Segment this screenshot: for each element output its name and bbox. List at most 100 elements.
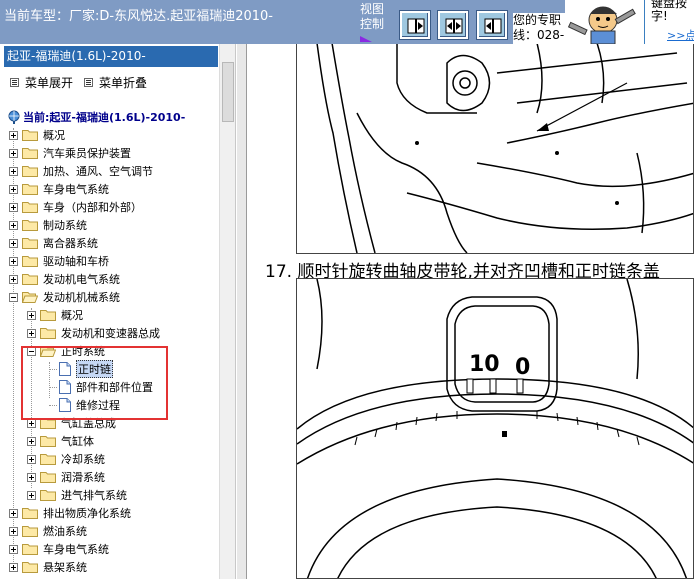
scrollbar-thumb[interactable]: [222, 62, 234, 122]
menu-expand-label: 菜单展开: [25, 76, 74, 90]
expand-toggle[interactable]: [9, 544, 18, 554]
header-bar: 当前车型：厂家:D-东风悦达.起亚福瑞迪2010- 视图 控制 您的专职 线：0…: [0, 0, 694, 45]
tree-node-label: 悬架系统: [43, 561, 87, 574]
expand-toggle[interactable]: [9, 220, 18, 230]
folder-icon: [22, 166, 38, 177]
tree-node-label: 驱动轴和车桥: [43, 255, 109, 268]
contact-hotline: 您的专职 线：028-: [513, 13, 569, 44]
promo-callout: 键盘按 字! >>点: [644, 0, 694, 44]
folder-icon: [40, 472, 56, 483]
tree-node-label: 离合器系统: [43, 237, 98, 250]
tree-node-label: 冷却系统: [61, 453, 105, 466]
tree-node[interactable]: 离合器系统: [9, 234, 98, 252]
folder-icon: [22, 202, 38, 213]
tree-node[interactable]: 车身电气系统: [9, 180, 109, 198]
tree-node-label: 发动机电气系统: [43, 273, 120, 286]
folder-icon: [40, 310, 56, 321]
expand-toggle[interactable]: [9, 508, 18, 518]
tree-node-label: 概况: [61, 309, 83, 322]
tree-root[interactable]: 当前:起亚-福瑞迪(1.6L)-2010-: [8, 108, 185, 126]
folder-icon: [40, 328, 56, 339]
folder-icon: [22, 148, 38, 159]
tree-node-label: 制动系统: [43, 219, 87, 232]
mascot-icon: [565, 0, 647, 45]
engine-illustration-top: [296, 44, 694, 254]
tree-node[interactable]: 润滑系统: [27, 468, 105, 486]
globe-icon: [8, 110, 20, 124]
expand-toggle[interactable]: [9, 130, 18, 140]
expand-icon: [10, 78, 19, 87]
folder-icon: [40, 454, 56, 465]
menu-collapse-label: 菜单折叠: [99, 76, 148, 90]
tree-node[interactable]: 气缸体: [27, 432, 94, 450]
tree-node-label: 燃油系统: [43, 525, 87, 538]
tree-node-label: 排出物质净化系统: [43, 507, 131, 520]
view-both-panels-button[interactable]: [438, 11, 468, 39]
view-control-line1: 视图: [360, 2, 385, 16]
repair-content-panel: 17. 顺时针旋转曲轴皮带轮,并对齐凹槽和正时链条盖 10 0: [237, 44, 694, 579]
expand-toggle[interactable]: [27, 328, 36, 338]
content-left-edge: [237, 44, 247, 579]
expand-toggle[interactable]: [9, 184, 18, 194]
tree-node[interactable]: 发动机电气系统: [9, 270, 120, 288]
expand-toggle[interactable]: [9, 166, 18, 176]
expand-toggle[interactable]: [27, 436, 36, 446]
expand-toggle[interactable]: [27, 454, 36, 464]
view-prev-icon: [407, 18, 425, 34]
expand-toggle[interactable]: [9, 238, 18, 248]
expand-toggle[interactable]: [9, 148, 18, 158]
tree-node-label: 润滑系统: [61, 471, 105, 484]
tree-node-label: 气缸体: [61, 435, 94, 448]
tree-node[interactable]: 冷却系统: [27, 450, 105, 468]
view-left-panel-button[interactable]: [400, 11, 430, 39]
expand-toggle[interactable]: [9, 274, 18, 284]
contact-line2: 线：028-: [513, 28, 565, 42]
tree-node[interactable]: 概况: [27, 306, 83, 324]
tree-node[interactable]: 悬架系统: [9, 558, 87, 576]
tree-scrollbar[interactable]: [219, 44, 235, 579]
collapse-toggle[interactable]: [9, 292, 18, 302]
expand-toggle[interactable]: [9, 562, 18, 572]
view-control-label: 视图 控制: [360, 2, 390, 42]
tree-node[interactable]: 制动系统: [9, 216, 87, 234]
expand-toggle[interactable]: [9, 526, 18, 536]
tree-node[interactable]: 驱动轴和车桥: [9, 252, 109, 270]
timing-mark-0: 0: [515, 355, 530, 380]
folder-icon: [40, 436, 56, 447]
expand-toggle[interactable]: [27, 310, 36, 320]
tree-node[interactable]: 进气排气系统: [27, 486, 127, 504]
view-next-icon: [484, 18, 502, 34]
crankshaft-pulley-illustration: 10 0: [296, 278, 694, 579]
tree-node[interactable]: 排出物质净化系统: [9, 504, 131, 522]
expand-toggle[interactable]: [27, 472, 36, 482]
tree-node-label: 车身电气系统: [43, 183, 109, 196]
tree-node[interactable]: 车身（内部和外部）: [9, 198, 142, 216]
view-right-panel-button[interactable]: [477, 11, 507, 39]
tree-node[interactable]: 加热、通风、空气调节: [9, 162, 153, 180]
expand-toggle[interactable]: [9, 256, 18, 266]
current-vehicle-label: 当前车型：厂家:D-东风悦达.起亚福瑞迪2010-: [4, 9, 273, 24]
expand-toggle[interactable]: [27, 490, 36, 500]
tree-node[interactable]: 燃油系统: [9, 522, 87, 540]
promo-link[interactable]: >>点: [667, 27, 694, 43]
menu-expand-button[interactable]: 菜单展开: [10, 74, 73, 91]
tree-node[interactable]: 概况: [9, 126, 65, 144]
folder-icon: [22, 220, 38, 231]
view-control-line2: 控制: [360, 17, 385, 31]
tree-node-label: 汽车乘员保护装置: [43, 147, 131, 160]
catalog-tree-panel: 起亚-福瑞迪(1.6L)-2010- 菜单展开 菜单折叠 当前:起亚-福瑞迪(1…: [0, 44, 236, 579]
folder-open-icon: [22, 292, 38, 303]
menu-collapse-button[interactable]: 菜单折叠: [84, 74, 147, 91]
tree-node[interactable]: 发动机和变速器总成: [27, 324, 160, 342]
timing-mark-10: 10: [469, 352, 500, 377]
expand-toggle[interactable]: [9, 202, 18, 212]
tree-node[interactable]: 发动机机械系统: [9, 288, 120, 306]
tree-node-label: 车身电气系统: [43, 543, 109, 556]
tree-node[interactable]: 车身电气系统: [9, 540, 109, 558]
folder-icon: [22, 562, 38, 573]
folder-icon: [22, 274, 38, 285]
folder-icon: [22, 508, 38, 519]
tree-node-label: 进气排气系统: [61, 489, 127, 502]
tree-root-label: 当前:起亚-福瑞迪(1.6L)-2010-: [23, 111, 186, 124]
tree-node[interactable]: 汽车乘员保护装置: [9, 144, 131, 162]
